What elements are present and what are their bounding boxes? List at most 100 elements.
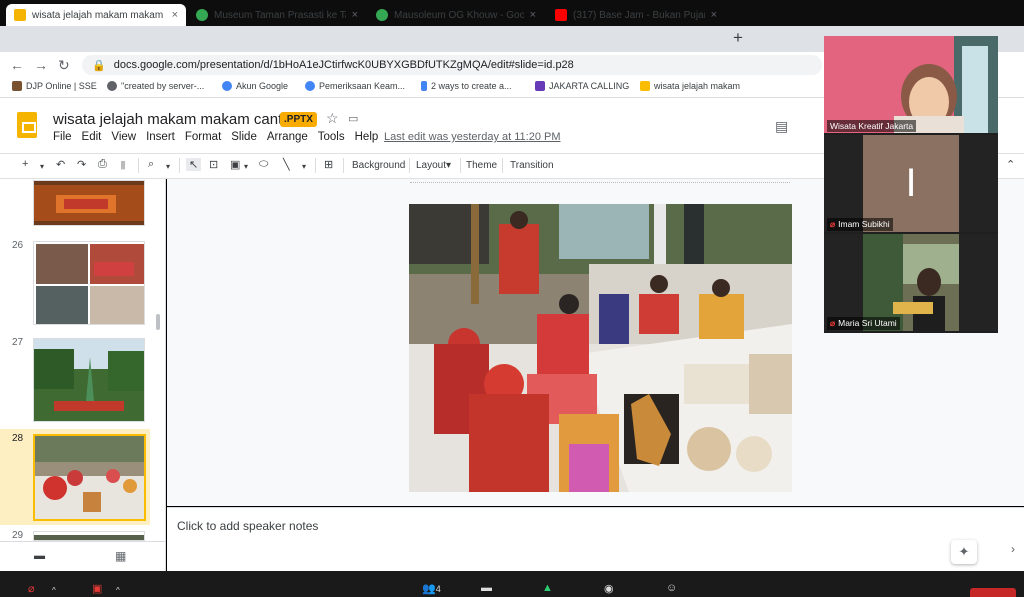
- chevron-up-icon[interactable]: ^: [52, 586, 56, 595]
- slide-photo-image: [409, 204, 792, 492]
- url-text: docs.google.com/presentation/d/1bHoA1eJC…: [113, 59, 574, 71]
- move-folder-icon[interactable]: ▭: [348, 112, 358, 125]
- undo-icon[interactable]: ↶: [56, 158, 65, 171]
- star-icon[interactable]: ☆: [326, 110, 339, 127]
- slide-photo[interactable]: [409, 204, 792, 492]
- chat-icon[interactable]: ▬: [481, 582, 492, 594]
- line-icon[interactable]: ╲: [283, 158, 290, 171]
- close-icon[interactable]: ×: [711, 9, 717, 21]
- chevron-down-icon[interactable]: ▾: [302, 162, 306, 171]
- pin-icon: [421, 81, 427, 91]
- bookmark-item[interactable]: Akun Google: [222, 81, 288, 91]
- slide-thumbnail[interactable]: [33, 241, 145, 325]
- tab-mausoleum[interactable]: Mausoleum OG Khouw - Google ×: [368, 4, 544, 26]
- print-icon[interactable]: ⎙: [98, 158, 107, 171]
- filmstrip-scrollbar[interactable]: [156, 314, 160, 330]
- chevron-down-icon[interactable]: ▾: [40, 162, 44, 171]
- video-tile[interactable]: ⌀ Maria Sri Utami: [824, 234, 998, 331]
- slides-logo-icon[interactable]: [17, 112, 37, 138]
- last-edit-link[interactable]: Last edit was yesterday at 11:20 PM: [384, 131, 561, 143]
- share-screen-icon[interactable]: ▲: [542, 582, 553, 594]
- layout-button[interactable]: Layout▾: [416, 160, 451, 171]
- bookmark-icon: [535, 81, 545, 91]
- chevron-up-icon[interactable]: ^: [116, 586, 120, 595]
- bookmark-icon: [12, 81, 22, 91]
- bookmark-item[interactable]: 2 ways to create a...: [421, 81, 512, 91]
- maps-pin-icon: [376, 9, 388, 21]
- speaker-notes-input[interactable]: Click to add speaker notes: [177, 519, 318, 533]
- close-icon[interactable]: ×: [530, 9, 536, 21]
- participants-button[interactable]: 👥4: [422, 582, 441, 595]
- new-slide-icon[interactable]: +: [22, 158, 28, 170]
- add-comment-icon[interactable]: ⊞: [324, 158, 333, 171]
- bookmark-item[interactable]: DJP Online | SSE: [12, 81, 97, 91]
- menu-view[interactable]: View: [111, 131, 136, 143]
- globe-icon: [107, 81, 117, 91]
- menu-help[interactable]: Help: [355, 131, 379, 143]
- collapse-toolbar-icon[interactable]: ⌃: [1006, 158, 1015, 171]
- slide-thumbnail[interactable]: [33, 338, 145, 422]
- background-button[interactable]: Background: [352, 160, 405, 171]
- video-off-icon[interactable]: ▣: [92, 582, 102, 595]
- chevron-down-icon[interactable]: ▾: [166, 162, 170, 171]
- bookmark-item[interactable]: wisata jelajah makam: [640, 81, 740, 91]
- filmstrip-view-icon[interactable]: ▬: [34, 550, 45, 562]
- close-icon[interactable]: ×: [352, 9, 358, 21]
- menu-bar: File Edit View Insert Format Slide Arran…: [53, 131, 378, 143]
- menu-edit[interactable]: Edit: [82, 131, 102, 143]
- bookmark-label: Pemeriksaan Keam...: [319, 81, 406, 91]
- file-type-badge: .PPTX: [280, 112, 317, 127]
- close-icon[interactable]: ×: [172, 9, 178, 21]
- bookmark-item[interactable]: JAKARTA CALLING: [535, 81, 629, 91]
- slide-thumbnail[interactable]: [33, 531, 145, 541]
- theme-button[interactable]: Theme: [466, 160, 497, 171]
- zoom-icon[interactable]: ⌕: [148, 158, 154, 171]
- grid-view-icon[interactable]: ▦: [115, 549, 126, 563]
- end-meeting-button[interactable]: [970, 588, 1016, 597]
- record-icon[interactable]: ◉: [604, 582, 614, 595]
- text-box-icon[interactable]: ⊡: [209, 158, 218, 171]
- menu-insert[interactable]: Insert: [146, 131, 175, 143]
- toolbar-divider: [343, 158, 344, 173]
- redo-icon[interactable]: ↷: [77, 158, 86, 171]
- tab-youtube[interactable]: (317) Base Jam - Bukan Pujangga ×: [547, 4, 725, 26]
- folder-icon: [640, 81, 650, 91]
- bookmark-item[interactable]: "created by server-...: [107, 81, 204, 91]
- explore-icon[interactable]: ✦: [951, 540, 977, 564]
- video-tile[interactable]: I ⌀ Imam Subikhi: [824, 135, 998, 232]
- reload-icon[interactable]: ↻: [58, 57, 70, 74]
- menu-slide[interactable]: Slide: [231, 131, 257, 143]
- slide-thumbnail-image: [34, 242, 144, 324]
- select-cursor-icon[interactable]: ↖: [186, 158, 202, 171]
- menu-format[interactable]: Format: [185, 131, 221, 143]
- new-tab-button[interactable]: +: [733, 28, 743, 48]
- video-tile[interactable]: Wisata Kreatif Jakarta: [824, 36, 998, 133]
- slide-number: 26: [12, 240, 24, 251]
- menu-file[interactable]: File: [53, 131, 72, 143]
- menu-arrange[interactable]: Arrange: [267, 131, 308, 143]
- image-icon[interactable]: ▣: [230, 158, 240, 171]
- comment-icon[interactable]: ▤: [775, 118, 788, 135]
- bookmark-label: Akun Google: [236, 81, 289, 91]
- bookmark-label: 2 ways to create a...: [431, 81, 512, 91]
- reactions-icon[interactable]: ☺: [666, 582, 677, 594]
- url-field[interactable]: 🔒 docs.google.com/presentation/d/1bHoA1e…: [82, 55, 822, 75]
- toolbar-divider: [460, 158, 461, 173]
- tab-slides[interactable]: wisata jelajah makam makam cantik ×: [6, 4, 186, 26]
- slide-thumbnail[interactable]: [33, 180, 145, 226]
- meeting-controls-bar: [0, 571, 1024, 597]
- shape-icon[interactable]: ⬭: [259, 158, 268, 171]
- menu-tools[interactable]: Tools: [318, 131, 345, 143]
- tab-museum[interactable]: Museum Taman Prasasti ke Taman ×: [188, 4, 366, 26]
- slide-thumbnail-selected[interactable]: [33, 434, 146, 521]
- bookmark-item[interactable]: Pemeriksaan Keam...: [305, 81, 405, 91]
- forward-arrow-icon[interactable]: →: [34, 57, 48, 73]
- paint-format-icon[interactable]: ▮: [120, 158, 126, 171]
- transition-button[interactable]: Transition: [510, 160, 554, 171]
- participant-name: Imam Subikhi: [838, 219, 890, 229]
- chevron-down-icon[interactable]: ▾: [244, 162, 248, 171]
- doc-title[interactable]: wisata jelajah makam makam cantik: [53, 111, 293, 128]
- side-panel-chevron-icon[interactable]: ›: [1011, 542, 1015, 556]
- mic-muted-icon[interactable]: ⌀: [28, 582, 35, 595]
- back-arrow-icon[interactable]: ←: [10, 57, 24, 73]
